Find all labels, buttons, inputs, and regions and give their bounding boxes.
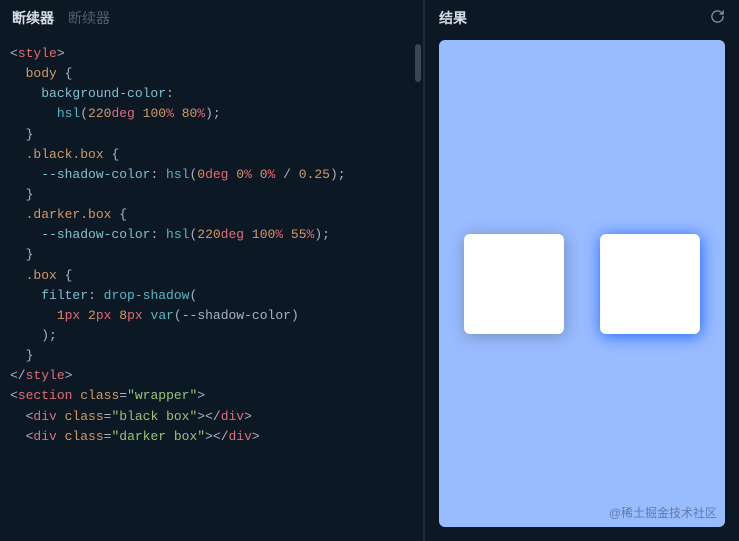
refresh-icon[interactable] [710,9,725,28]
editor-scrollbar[interactable] [415,44,421,82]
app-root: 断续器 断续器 <style> body { background-color:… [0,0,739,541]
demo-box-darker [600,234,700,334]
tab-editor-inactive[interactable]: 断续器 [68,8,110,28]
tab-bar: 断续器 断续器 [0,0,423,36]
result-preview: @稀土掘金技术社区 [439,40,725,527]
code-editor[interactable]: <style> body { background-color: hsl(220… [0,36,423,541]
result-panel: 结果 @稀土掘金技术社区 [425,0,739,541]
result-header: 结果 [425,0,739,36]
editor-panel: 断续器 断续器 <style> body { background-color:… [0,0,425,541]
demo-box-black [464,234,564,334]
watermark: @稀土掘金技术社区 [609,504,717,521]
result-title: 结果 [439,8,467,28]
tab-editor-active[interactable]: 断续器 [12,8,54,28]
